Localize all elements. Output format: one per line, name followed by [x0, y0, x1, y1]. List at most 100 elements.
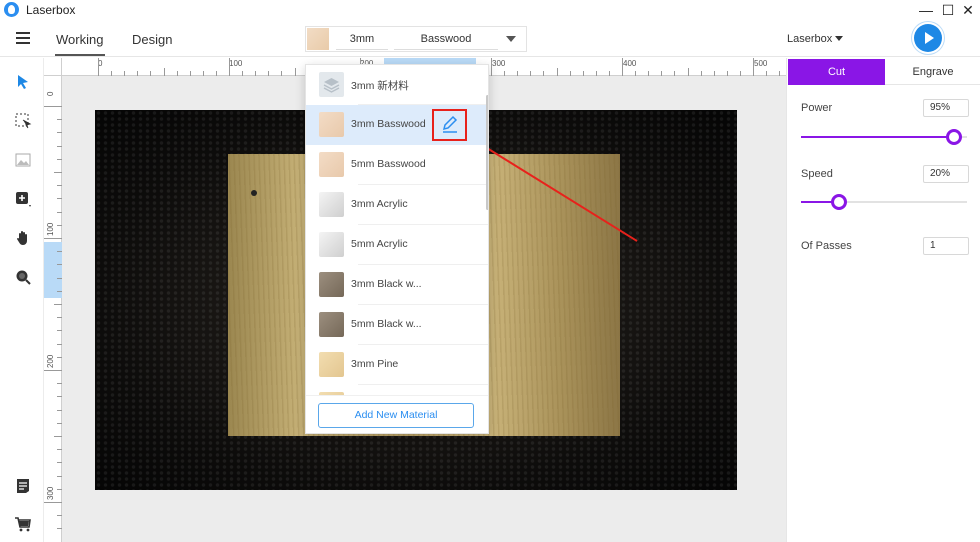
material-option[interactable]: 5mm Acrylic — [306, 225, 488, 265]
dropdown-footer: Add New Material — [306, 395, 488, 433]
ruler-label: 500 — [754, 59, 768, 68]
add-new-material-button[interactable]: Add New Material — [318, 403, 474, 428]
tab-engrave[interactable]: Engrave — [885, 59, 980, 85]
ruler-tick — [54, 172, 62, 173]
tab-cut[interactable]: Cut — [788, 59, 885, 85]
speed-input[interactable]: 20% — [923, 165, 969, 183]
minimize-button[interactable]: — — [916, 0, 936, 20]
material-option-label: 3mm Pine — [351, 358, 399, 370]
material-option-label: 5mm Basswood — [351, 158, 426, 170]
power-input[interactable]: 95% — [923, 99, 969, 117]
power-slider-thumb[interactable] — [945, 129, 962, 145]
ruler-tick — [44, 106, 62, 107]
ruler-left: 0 100 200 300 — [44, 76, 62, 542]
material-thickness[interactable]: 3mm — [336, 28, 388, 50]
material-option-label: 3mm Acrylic — [351, 198, 408, 210]
material-option-label: 5mm Acrylic — [351, 238, 408, 250]
material-option[interactable]: 5mm Basswood — [306, 145, 488, 185]
app-logo-icon — [4, 2, 19, 17]
material-picker[interactable]: 3mm Basswood — [305, 26, 527, 52]
material-option[interactable]: 3mm Acrylic — [306, 185, 488, 225]
material-swatch — [307, 28, 329, 50]
ruler-tick — [687, 68, 689, 76]
material-swatch — [319, 112, 344, 137]
maximize-button[interactable]: ☐ — [938, 0, 958, 20]
ruler-tick — [163, 68, 165, 76]
ruler-tick — [44, 370, 62, 371]
speed-label: Speed — [801, 168, 833, 180]
wood-hole — [251, 190, 257, 196]
material-swatch — [319, 272, 344, 297]
device-select[interactable]: Laserbox — [787, 33, 844, 45]
select-arrow-icon[interactable] — [14, 73, 32, 91]
material-swatch — [319, 232, 344, 257]
material-option-label: 3mm 新材料 — [351, 80, 409, 92]
notes-icon[interactable] — [14, 477, 32, 495]
power-slider[interactable] — [801, 129, 967, 145]
hand-pan-icon[interactable] — [14, 229, 32, 247]
speed-slider[interactable] — [801, 194, 967, 210]
material-swatch — [319, 152, 344, 177]
ruler-tick — [556, 68, 558, 76]
power-slider-fill — [801, 136, 954, 138]
ruler-label: 0 — [46, 91, 55, 96]
material-option[interactable]: 5mm Black w... — [306, 305, 488, 345]
ruler-tick — [54, 436, 62, 437]
material-swatch — [319, 312, 344, 337]
settings-panel: Cut Engrave Power 95% Speed 20% Of Passe… — [786, 58, 980, 542]
tab-working[interactable]: Working — [56, 32, 103, 47]
speed-slider-thumb[interactable] — [831, 194, 848, 210]
ruler-tick — [491, 58, 492, 76]
material-option-label: 3mm Black w... — [351, 278, 422, 290]
ruler-tick — [294, 68, 296, 76]
power-label: Power — [801, 102, 833, 114]
ruler-corner — [44, 58, 62, 76]
left-toolbar — [0, 58, 44, 542]
dropdown-scrollbar[interactable] — [486, 95, 488, 210]
passes-input[interactable]: 1 — [923, 237, 969, 255]
material-swatch — [319, 192, 344, 217]
ruler-tick — [54, 304, 62, 305]
ruler-tick — [229, 58, 230, 76]
material-name[interactable]: Basswood — [394, 28, 498, 50]
caret-down-icon — [835, 36, 844, 41]
crop-select-icon[interactable] — [14, 112, 32, 130]
add-shape-icon[interactable] — [14, 190, 32, 208]
ruler-label: 100 — [46, 222, 55, 236]
active-tab-indicator — [55, 54, 105, 56]
main-toolbar: Working Design 3mm Basswood Laserbox — [0, 20, 980, 57]
chevron-down-icon[interactable] — [506, 36, 516, 42]
material-option[interactable]: 3mm 新材料 — [306, 65, 488, 105]
pencil-icon — [442, 115, 458, 133]
ruler-label: 300 — [46, 486, 55, 500]
menu-icon[interactable] — [16, 32, 30, 44]
ruler-tick — [753, 58, 754, 76]
device-name: Laserbox — [787, 33, 833, 45]
run-button[interactable] — [914, 24, 942, 52]
cart-icon[interactable] — [14, 515, 32, 533]
material-option[interactable]: 3mm Pine — [306, 345, 488, 385]
layers-icon — [319, 72, 344, 97]
zoom-icon[interactable] — [14, 268, 32, 286]
ruler-tick — [98, 58, 99, 76]
app-title: Laserbox — [26, 3, 76, 17]
material-dropdown: 3mm 新材料 3mm Basswood 5mm Basswood 3mm Ac… — [305, 64, 489, 434]
title-bar: Laserbox — ☐ ✕ — [0, 0, 980, 20]
close-button[interactable]: ✕ — [958, 0, 978, 20]
ruler-label: 400 — [623, 59, 637, 68]
edit-material-button[interactable] — [432, 109, 467, 141]
ruler-tick — [44, 502, 62, 503]
tab-design[interactable]: Design — [132, 32, 172, 47]
material-option-selected[interactable]: 3mm Basswood — [306, 105, 488, 145]
image-icon[interactable] — [14, 151, 32, 169]
material-option-label: 5mm Black w... — [351, 318, 422, 330]
ruler-label: 100 — [229, 59, 243, 68]
ruler-tick — [622, 58, 623, 76]
ruler-tick — [44, 238, 62, 239]
material-option[interactable]: 3mm Black w... — [306, 265, 488, 305]
ruler-label: 300 — [492, 59, 506, 68]
passes-label: Of Passes — [801, 240, 852, 252]
material-option-label: 3mm Basswood — [351, 118, 426, 130]
ruler-label: 200 — [46, 354, 55, 368]
material-swatch — [319, 352, 344, 377]
